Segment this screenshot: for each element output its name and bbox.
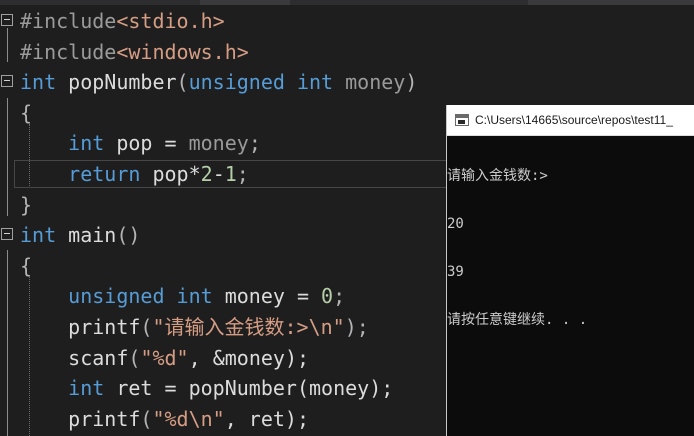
editor-tab-strip <box>0 0 694 5</box>
code-token: ret = popNumber(money); <box>104 376 394 401</box>
code-token: return <box>68 162 141 186</box>
collapse-icon[interactable] <box>1 228 13 241</box>
code-token: int <box>68 131 105 156</box>
code-token: ; <box>333 284 346 309</box>
console-line: 39 <box>447 264 464 280</box>
code-token: main <box>56 223 117 248</box>
code-token: money = <box>212 284 322 309</box>
collapse-icon[interactable] <box>1 14 13 26</box>
code-token: printf <box>68 315 141 339</box>
code-token: 0 <box>321 284 334 309</box>
code-token: scanf <box>68 345 129 370</box>
code-line[interactable]: #include<windows.h> <box>0 37 694 67</box>
code-token: money <box>188 131 249 156</box>
console-line: 请按任意键继续. . . <box>447 312 588 328</box>
code-token: - <box>212 162 225 186</box>
code-token: ; <box>236 162 249 186</box>
code-token: } <box>20 192 33 217</box>
code-text: int pop = money; <box>20 128 261 158</box>
code-token: ); <box>344 315 369 339</box>
code-text: int popNumber(unsigned int money) <box>20 67 417 97</box>
code-token: "%d\n" <box>152 406 225 431</box>
code-token: ( <box>176 70 189 95</box>
code-text: int main() <box>20 220 140 250</box>
code-token: int <box>176 284 213 309</box>
code-token: int <box>296 70 334 95</box>
console-titlebar[interactable]: C:\Users\14665\source\repos\test11_ <box>447 105 694 136</box>
collapse-icon[interactable] <box>1 75 13 88</box>
editor-tab[interactable] <box>200 0 290 5</box>
code-token: printf <box>68 406 141 431</box>
code-token: , ret); <box>224 406 310 431</box>
console-output[interactable]: 请输入金钱数:> 20 39 请按任意键继续. . . <box>447 136 694 436</box>
code-token: { <box>20 100 33 125</box>
code-line[interactable]: int popNumber(unsigned int money) <box>0 67 694 97</box>
console-app-icon <box>455 114 469 126</box>
console-line: 请输入金钱数:> <box>447 168 548 184</box>
code-token: pop = <box>104 131 189 156</box>
code-text: { <box>20 98 32 128</box>
code-token: "请输入金钱数:>\n" <box>152 315 345 339</box>
code-token: () <box>116 223 141 248</box>
code-text: #include<windows.h> <box>20 37 249 67</box>
code-token: ( <box>140 406 153 431</box>
code-token: <windows.h> <box>116 39 249 64</box>
code-text: #include<stdio.h> <box>20 6 225 36</box>
code-token: { <box>20 253 33 278</box>
code-token: popNumber <box>56 70 177 95</box>
code-text: printf("%d\n", ret); <box>20 404 309 434</box>
code-token: #include <box>20 9 117 33</box>
console-title: C:\Users\14665\source\repos\test11_ <box>475 113 673 127</box>
code-token: 2 <box>200 162 213 186</box>
code-token: unsigned <box>188 70 285 95</box>
code-token: ) <box>405 70 418 95</box>
code-text: } <box>20 190 32 220</box>
code-line[interactable]: #include<stdio.h> <box>0 6 694 36</box>
code-token: , &money); <box>188 345 310 370</box>
code-token: <stdio.h> <box>116 9 225 33</box>
editor-tab[interactable] <box>528 0 694 5</box>
code-text: int ret = popNumber(money); <box>20 373 393 403</box>
code-token: int <box>20 70 57 95</box>
code-text: scanf("%d", &money); <box>20 343 309 373</box>
code-token: 1 <box>224 162 237 186</box>
console-window[interactable]: C:\Users\14665\source\repos\test11_ 请输入金… <box>446 105 694 436</box>
code-token: money <box>333 70 406 95</box>
code-token: #include <box>20 39 117 64</box>
code-token: pop* <box>140 162 201 186</box>
console-line: 20 <box>447 216 464 232</box>
code-token: unsigned <box>68 284 165 309</box>
code-text: return pop*2-1; <box>20 159 249 189</box>
code-token: ; <box>248 131 261 156</box>
code-text: { <box>20 251 32 281</box>
code-token: ( <box>140 315 153 339</box>
code-token: int <box>20 223 57 248</box>
code-token: int <box>68 376 105 401</box>
code-token: ( <box>128 345 141 370</box>
code-text: printf("请输入金钱数:>\n"); <box>20 312 369 342</box>
code-token: "%d" <box>140 345 189 370</box>
code-text: unsigned int money = 0; <box>20 281 345 311</box>
